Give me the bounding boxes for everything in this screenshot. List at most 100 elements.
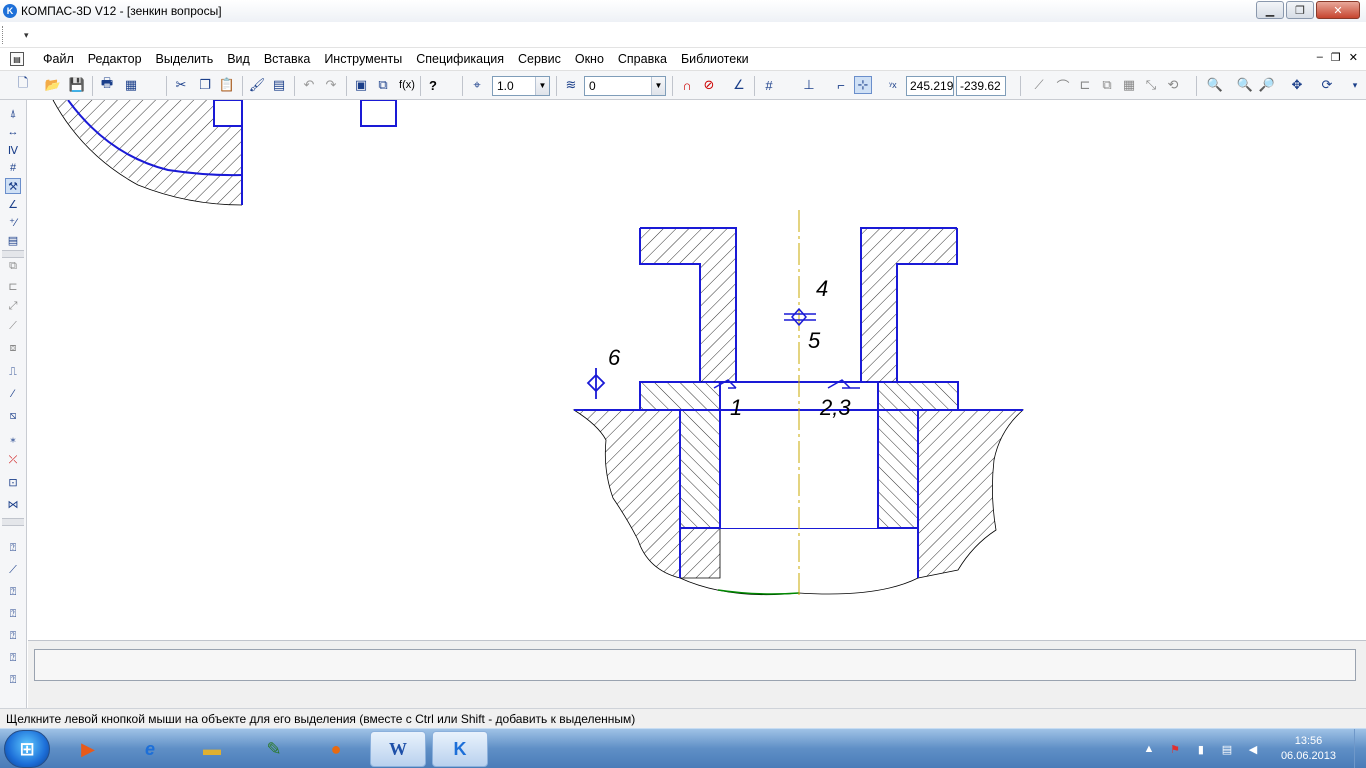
edit-print-icon[interactable]: ▦ [1120,76,1138,94]
redo-icon[interactable]: ↷ [322,76,340,94]
designations-icon[interactable]: Ⅳ [5,142,21,158]
coord-x-field[interactable]: 245.219 [906,76,954,96]
tool-6-icon[interactable]: ⎍ [5,364,21,380]
measure-3-icon[interactable]: ⍰ [5,584,21,600]
edit-scale-icon[interactable]: ⤡ [1142,76,1160,94]
doc-minimize-button[interactable]: – [1317,51,1323,64]
drawing-svg[interactable]: 1 2,3 4 5 6 [28,100,1366,640]
angle-icon[interactable]: ∠ [730,76,748,94]
edit-line-icon[interactable]: ⟋ [1030,76,1048,94]
chevron-down-icon[interactable]: ▼ [535,77,549,95]
tool-8-icon[interactable]: ⧅ [5,408,21,424]
dimensions-icon[interactable]: ↔ [5,124,21,140]
function-icon[interactable]: f(x) [396,76,418,94]
tray-flag-icon[interactable]: ⚑ [1167,741,1183,757]
tray-expand-icon[interactable]: ▲ [1141,741,1157,757]
snap-magnet-icon[interactable]: ∩ [678,76,696,94]
measure-6-icon[interactable]: ⍰ [5,650,21,666]
chevron-down-icon[interactable]: ▼ [651,77,665,95]
explorer-folder-icon[interactable]: ▬ [184,731,240,767]
measure-4-icon[interactable]: ⍰ [5,606,21,622]
document-icon[interactable]: ▤ [10,52,24,66]
measure-5-icon[interactable]: ⍰ [5,628,21,644]
drawing-canvas[interactable]: 1 2,3 4 5 6 [28,100,1366,640]
edit-rotate-icon[interactable]: ⟲ [1164,76,1182,94]
manager-icon[interactable]: ▣ [352,76,370,94]
round-icon[interactable]: ⊹ [854,76,872,94]
tool-2-icon[interactable]: ⊏ [5,278,21,294]
properties-icon[interactable]: ▤ [270,76,288,94]
menu-service[interactable]: Сервис [511,48,568,70]
menu-insert[interactable]: Вставка [257,48,317,70]
zoom-in-icon[interactable]: 🔍 [1236,76,1254,94]
tool-9-icon[interactable]: ⁎ [5,430,21,446]
step-combo[interactable]: 1.0 ▼ [492,76,550,96]
measure-2-icon[interactable]: ⟋ [5,562,21,578]
grid-icon[interactable]: # [760,76,778,94]
menu-specification[interactable]: Спецификация [409,48,511,70]
local-cs-icon[interactable]: ⊥ [800,76,818,94]
paint-icon[interactable]: ✎ [246,731,302,767]
network-icon[interactable]: ▤ [1219,741,1235,757]
print-icon[interactable]: 🖶 [98,75,116,94]
edit-icon[interactable]: # [5,160,21,176]
media-player-icon[interactable]: ▶ [60,731,116,767]
edit-copy-icon[interactable]: ⧉ [1098,76,1116,94]
menu-select[interactable]: Выделить [149,48,221,70]
tool-1-icon[interactable]: ⧉ [5,258,21,274]
print-preview-icon[interactable]: ▦ [122,76,140,94]
tool-11-icon[interactable]: ⊡ [5,474,21,490]
menu-tools[interactable]: Инструменты [317,48,409,70]
tool-5-icon[interactable]: ⧈ [5,340,21,356]
internet-explorer-icon[interactable]: e [122,731,178,767]
kompas-icon[interactable]: K [432,731,488,767]
menu-window[interactable]: Окно [568,48,611,70]
close-button[interactable]: ✕ [1316,1,1360,19]
maximize-button[interactable]: ❐ [1286,1,1314,19]
tool-7-icon[interactable]: ⁄ [5,386,21,402]
geometry-icon[interactable]: ⍋ [5,106,21,122]
clock[interactable]: 13:56 06.06.2013 [1281,734,1336,764]
command-line-field[interactable] [34,649,1356,681]
zoom-out-icon[interactable]: 🔎 [1258,76,1276,94]
step-icon[interactable]: ⌖ [468,76,486,94]
measure-icon[interactable]: ∠ [5,196,21,212]
firefox-icon[interactable]: ● [308,731,364,767]
tool-3-icon[interactable]: ⤢ [5,298,21,314]
menu-view[interactable]: Вид [220,48,257,70]
open-folder-icon[interactable]: 📂 [44,76,62,94]
snap-local-icon[interactable]: ⊘ [700,76,718,94]
edit-arc-icon[interactable]: ⌒ [1054,76,1072,94]
variables-icon[interactable]: ⧉ [374,76,392,94]
menu-help[interactable]: Справка [611,48,674,70]
menu-libraries[interactable]: Библиотеки [674,48,756,70]
parametrization-icon[interactable]: ⚒ [5,178,21,194]
menu-file[interactable]: Файл [36,48,81,70]
minimize-button[interactable]: ▁ [1256,1,1284,19]
edit-shape-icon[interactable]: ⊏ [1076,76,1094,94]
chevron-down-icon[interactable]: ▾ [24,30,29,41]
new-document-icon[interactable]: 🗋 [14,75,32,94]
tool-4-icon[interactable]: ⟋ [5,318,21,334]
save-icon[interactable]: 💾 [68,76,86,94]
measure-1-icon[interactable]: ⍰ [5,540,21,556]
chevron-down-icon[interactable]: ▾ [1346,76,1364,94]
paste-icon[interactable]: 📋 [218,76,236,94]
spec-icon[interactable]: ▤ [5,232,21,248]
menu-editor[interactable]: Редактор [81,48,149,70]
select-icon[interactable]: ⁺⁄ [5,214,21,230]
word-icon[interactable]: W [370,731,426,767]
coord-y-field[interactable]: -239.62 [956,76,1006,96]
copy-icon[interactable]: ❐ [196,76,214,94]
doc-close-button[interactable]: ✕ [1349,51,1358,64]
undo-icon[interactable]: ↶ [300,76,318,94]
toolbar-grip[interactable] [2,26,5,44]
tool-10-icon[interactable]: ⤫ [5,452,21,468]
cut-icon[interactable]: ✂ [172,76,190,94]
layer-icon[interactable]: ≋ [562,76,580,94]
help-cursor-icon[interactable]: ? [424,76,442,94]
measure-7-icon[interactable]: ⍰ [5,672,21,688]
battery-icon[interactable]: ▮ [1193,741,1209,757]
volume-icon[interactable]: ◀ [1245,741,1261,757]
tool-12-icon[interactable]: ⋈ [5,496,21,512]
